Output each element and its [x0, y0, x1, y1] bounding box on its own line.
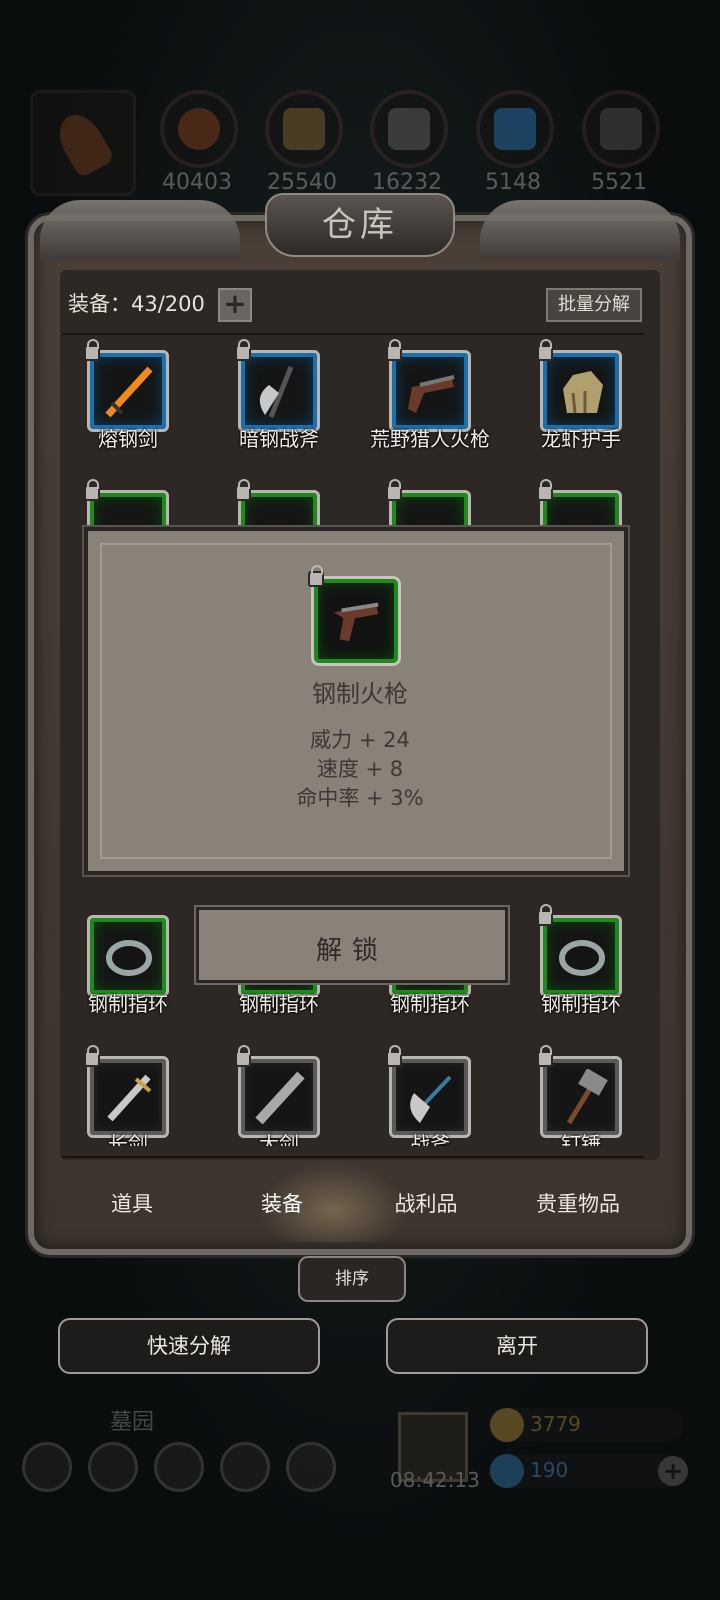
lock-icon	[235, 1045, 251, 1067]
category-tabs: 道具 装备 战利品 贵重物品	[62, 1156, 644, 1242]
greatsword-icon	[255, 1071, 305, 1125]
lock-icon	[84, 479, 100, 501]
item-name: 钢制指环	[390, 992, 470, 1016]
unlock-label: 解锁	[315, 936, 388, 966]
item-name: 熔钢剑	[98, 427, 158, 451]
location-name: 墓园	[110, 1410, 155, 1435]
gold-amount: 3779	[530, 1412, 581, 1436]
settings-icon[interactable]	[22, 1442, 72, 1492]
frame-ornament	[480, 200, 680, 260]
gold-currency: 3779	[488, 1408, 684, 1442]
horn-icon	[30, 90, 136, 196]
bottom-hud: 墓园 08:42:13 3779 190 +	[0, 1390, 720, 1600]
gauntlet-icon	[563, 371, 603, 414]
item-slot[interactable]	[87, 915, 169, 997]
sword-icon	[105, 366, 153, 418]
guild-icon[interactable]	[154, 1442, 204, 1492]
item-slot[interactable]	[386, 1045, 471, 1138]
axe-icon	[259, 366, 294, 418]
tooltip-stat: 威力 + 24	[310, 728, 410, 752]
tab-valuables[interactable]: 贵重物品	[508, 1188, 648, 1218]
add-currency-icon[interactable]: +	[658, 1456, 688, 1486]
tab-equipment[interactable]: 装备	[212, 1188, 352, 1218]
tooltip-stat: 命中率 + 3%	[296, 786, 424, 810]
mace-icon	[566, 1069, 608, 1125]
item-slot[interactable]	[235, 339, 320, 432]
musket-icon	[408, 375, 455, 413]
page-title: 仓库	[322, 205, 398, 245]
battleaxe-icon	[410, 1075, 452, 1123]
lock-icon	[537, 904, 553, 926]
tab-items[interactable]: 道具	[62, 1188, 202, 1218]
resource-count: 5148	[485, 170, 541, 195]
shop-icon[interactable]	[286, 1442, 336, 1492]
resource-count: 25540	[267, 170, 337, 195]
ring-icon	[106, 940, 152, 976]
frame-ornament	[40, 200, 240, 260]
lock-icon	[386, 1045, 402, 1067]
equip-capacity: 装备：43/200	[68, 292, 205, 316]
gift-timer: 08:42:13	[390, 1468, 480, 1492]
item-name: 钢制指环	[239, 992, 319, 1016]
lock-icon	[386, 339, 402, 361]
crystal-icon	[476, 90, 554, 168]
item-slot[interactable]	[84, 1045, 169, 1138]
batch-decompose-button[interactable]: 批量分解	[546, 288, 642, 322]
item-name: 钢制指环	[541, 992, 621, 1016]
lock-icon	[235, 339, 251, 361]
item-name: 暗钢战斧	[239, 427, 319, 451]
mail-icon[interactable]	[220, 1442, 270, 1492]
item-slot[interactable]	[235, 1045, 320, 1138]
expand-capacity-button[interactable]: +	[218, 288, 252, 322]
item-slot[interactable]	[537, 339, 622, 432]
item-slot[interactable]	[537, 1045, 622, 1138]
item-name: 龙虾护手	[541, 427, 621, 451]
item-slot[interactable]	[386, 339, 471, 432]
item-slot[interactable]	[84, 339, 169, 432]
wood-icon	[265, 90, 343, 168]
item-name: 战斧	[410, 1132, 450, 1146]
leather-icon	[160, 90, 238, 168]
leave-button[interactable]: 离开	[386, 1318, 648, 1374]
item-tooltip: 钢制火枪 威力 + 24 速度 + 8 命中率 + 3%	[84, 527, 628, 875]
gem-currency: 190	[488, 1454, 684, 1488]
lock-icon	[386, 479, 402, 501]
game-screen: 40403 25540 16232 5148 5521 仓库 装备：43/200…	[0, 0, 720, 1600]
ring-icon	[559, 940, 605, 976]
lock-icon	[235, 479, 251, 501]
tab-loot[interactable]: 战利品	[356, 1188, 496, 1218]
item-name: 大剑	[259, 1132, 299, 1146]
lock-icon	[308, 565, 324, 587]
item-icon	[308, 565, 401, 666]
tooltip-stat: 速度 + 8	[316, 757, 404, 781]
quick-decompose-button[interactable]: 快速分解	[58, 1318, 320, 1374]
iron-icon	[370, 90, 448, 168]
gold-icon	[490, 1408, 524, 1442]
hero-icon[interactable]	[88, 1442, 138, 1492]
lock-icon	[537, 479, 553, 501]
lock-icon	[84, 339, 100, 361]
pistol-icon	[333, 602, 379, 642]
tooltip-item-name: 钢制火枪	[312, 680, 408, 708]
resource-count: 5521	[591, 170, 647, 195]
item-name: 钢制指环	[88, 992, 168, 1016]
lock-icon	[537, 1045, 553, 1067]
divider	[62, 333, 644, 335]
item-name: 荒野猎人火枪	[370, 427, 490, 451]
item-name: 钉锤	[561, 1132, 601, 1146]
lock-icon	[537, 339, 553, 361]
item-name: 长剑	[108, 1132, 148, 1146]
resource-count: 16232	[372, 170, 442, 195]
resource-count: 40403	[162, 170, 232, 195]
lock-icon	[84, 1045, 100, 1067]
item-slot[interactable]	[537, 904, 622, 997]
longsword-icon	[107, 1074, 152, 1122]
sort-button[interactable]: 排序	[298, 1256, 406, 1302]
resource-bar: 40403 25540 16232 5148 5521	[0, 90, 720, 200]
gem-icon	[490, 1454, 524, 1488]
gem-amount: 190	[530, 1458, 569, 1482]
stone-icon	[582, 90, 660, 168]
unlock-button[interactable]: 解锁	[196, 907, 508, 983]
